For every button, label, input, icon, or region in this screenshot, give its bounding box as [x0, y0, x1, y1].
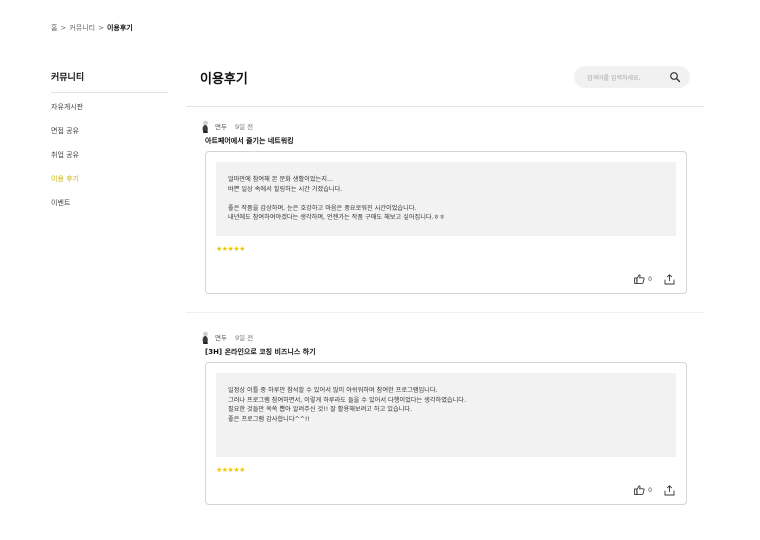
like-count: 0 — [648, 486, 652, 494]
sidebar-item-job-share[interactable]: 취업 공유 — [51, 151, 168, 160]
review-line: 바쁜 일상 속에서 힐링하는 시간 가졌습니다. — [228, 185, 343, 193]
author-name: 면두 — [215, 334, 227, 342]
sidebar-item-events[interactable]: 이벤트 — [51, 199, 168, 208]
review-line: 얼마만에 참여해 본 문화 생활이었는지... — [228, 176, 333, 183]
search-box[interactable]: 검색어를 입력하세요. — [574, 66, 690, 88]
post-actions: 0 — [634, 273, 675, 285]
post-time: 9일 전 — [235, 334, 254, 342]
review-line: 좋은 작품을 감상하며, 눈은 호강하고 마음은 풍요로워진 시간이었습니다. — [228, 204, 417, 212]
breadcrumb-community[interactable]: 커뮤니티 — [69, 24, 95, 32]
thumbs-up-icon[interactable] — [634, 485, 645, 495]
review-card: 일정상 이틀 중 하루만 참석할 수 있어서 많이 아쉬워하며 참여한 프로그램… — [205, 362, 687, 505]
star-rating: ★★★★★ — [216, 244, 245, 253]
like-count: 0 — [648, 275, 652, 283]
search-icon[interactable] — [669, 71, 681, 83]
breadcrumb-separator: > — [60, 24, 67, 32]
post-author: 면두 9일 전 — [200, 331, 690, 345]
review-line: 그러나 프로그램 참여하면서, 이렇게 하루라도 들을 수 있어서 다행이었다는… — [228, 396, 466, 404]
review-card: 얼마만에 참여해 본 문화 생활이었는지... 바쁜 일상 속에서 힐링하는 시… — [205, 151, 687, 294]
sidebar-item-interview-share[interactable]: 면접 공유 — [51, 127, 168, 136]
post-title[interactable]: 아트페어에서 즐기는 네트워킹 — [205, 136, 690, 146]
avatar-icon — [202, 120, 208, 133]
review-body: 얼마만에 참여해 본 문화 생활이었는지... 바쁜 일상 속에서 힐링하는 시… — [216, 162, 676, 236]
post-time: 9일 전 — [235, 123, 254, 131]
post-title[interactable]: [3H] 온라인으로 코칭 비즈니스 하기 — [205, 347, 690, 357]
breadcrumb-current: 이용후기 — [106, 24, 133, 32]
share-icon[interactable] — [664, 273, 675, 285]
sidebar-title: 커뮤니티 — [51, 70, 168, 93]
header-divider — [186, 106, 704, 107]
breadcrumb-separator: > — [98, 24, 104, 32]
review-post: 면두 9일 전 아트페어에서 즐기는 네트워킹 얼마만에 참여해 본 문화 생활… — [200, 120, 690, 294]
review-line: 좋은 프로그램 감사합니다^^!! — [228, 415, 310, 423]
star-rating: ★★★★★ — [216, 466, 245, 474]
author-name: 면두 — [215, 123, 227, 131]
sidebar-item-free-board[interactable]: 자유게시판 — [51, 103, 168, 112]
review-blank-line — [228, 194, 664, 204]
sidebar-menu: 자유게시판 면접 공유 취업 공유 이용 후기 이벤트 — [51, 103, 168, 208]
thumbs-up-icon[interactable] — [634, 274, 645, 284]
review-body: 일정상 이틀 중 하루만 참석할 수 있어서 많이 아쉬워하며 참여한 프로그램… — [216, 373, 676, 457]
post-actions: 0 — [634, 484, 675, 496]
avatar-icon — [202, 331, 208, 344]
page-title: 이용후기 — [200, 72, 248, 87]
review-line: 필요한 것들만 쏙쏙 뽑아 알려주신 것!! 잘 활용해보려고 하고 있습니다. — [228, 406, 413, 414]
post-author: 면두 9일 전 — [200, 120, 690, 134]
breadcrumb-home[interactable]: 홈 — [51, 24, 57, 32]
review-line: 내년에도 참여하여야겠다는 생각하며, 언젠가는 작품 구매도 해보고 싶어집니… — [228, 214, 445, 222]
share-icon[interactable] — [664, 484, 675, 496]
sidebar: 커뮤니티 자유게시판 면접 공유 취업 공유 이용 후기 이벤트 — [51, 70, 168, 208]
sidebar-item-reviews[interactable]: 이용 후기 — [51, 175, 168, 184]
post-divider — [186, 312, 704, 313]
review-post: 면두 9일 전 [3H] 온라인으로 코칭 비즈니스 하기 일정상 이틀 중 하… — [200, 331, 690, 505]
review-line: 일정상 이틀 중 하루만 참석할 수 있어서 많이 아쉬워하며 참여한 프로그램… — [228, 387, 438, 394]
breadcrumb: 홈 > 커뮤니티 > 이용후기 — [51, 23, 133, 33]
search-input[interactable]: 검색어를 입력하세요. — [587, 73, 641, 82]
